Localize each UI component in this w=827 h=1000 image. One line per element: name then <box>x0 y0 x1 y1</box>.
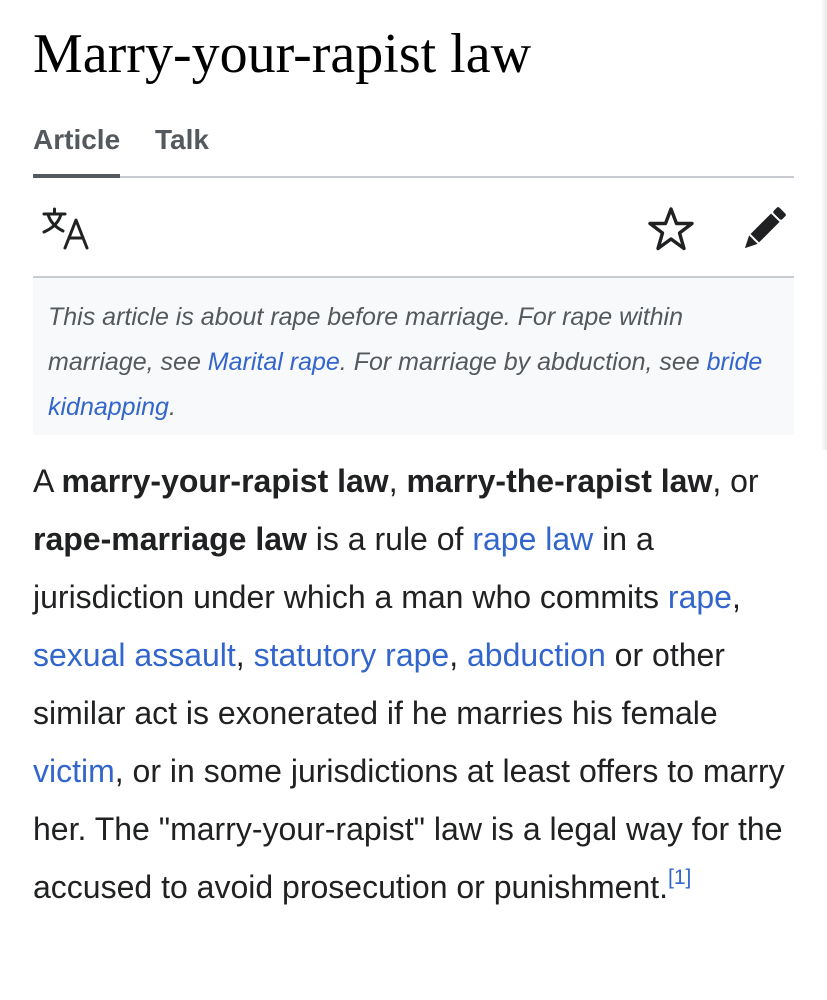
paragraph-text: , or <box>712 463 759 499</box>
bold-term: marry-your-rapist law <box>61 463 389 499</box>
language-icon[interactable] <box>41 206 91 250</box>
scroll-indicator <box>821 0 827 450</box>
marital-rape-link[interactable]: Marital rape <box>208 348 340 376</box>
paragraph-text: , <box>388 463 407 499</box>
bold-term: marry-the-rapist law <box>406 463 713 499</box>
page-title: Marry-your-rapist law <box>33 23 532 85</box>
victim-link[interactable]: victim <box>33 753 115 789</box>
tab-talk[interactable]: Talk <box>155 118 209 176</box>
star-icon-graphic <box>648 207 694 251</box>
sexual-assault-link[interactable]: sexual assault <box>33 637 236 673</box>
page-actions-toolbar <box>33 178 794 278</box>
rape-link[interactable]: rape <box>668 579 732 615</box>
abduction-link[interactable]: abduction <box>467 637 606 673</box>
tab-article[interactable]: Article <box>33 118 121 178</box>
paragraph-text: A <box>33 463 62 499</box>
hatnote-text: . <box>168 393 176 421</box>
watch-star-icon[interactable] <box>645 204 697 256</box>
paragraph-text: is a rule of <box>306 521 473 557</box>
reference-1-link[interactable]: [1] <box>668 866 691 889</box>
rape-law-link[interactable]: rape law <box>472 521 593 557</box>
statutory-rape-link[interactable]: statutory rape <box>254 637 450 673</box>
hatnote: This article is about rape before marria… <box>33 278 794 435</box>
hatnote-text: . For marriage by abduction, see <box>339 348 707 376</box>
edit-pencil-icon[interactable] <box>737 202 791 256</box>
bold-term: rape-marriage law <box>33 521 307 557</box>
paragraph-text: , <box>449 637 467 673</box>
intro-paragraph: A marry-your-rapist law, marry-the-rapis… <box>33 452 803 916</box>
paragraph-text: , <box>235 637 254 673</box>
page-tabs: Article Talk <box>33 118 794 178</box>
paragraph-text: , <box>731 579 741 615</box>
language-icon-graphic <box>42 207 89 250</box>
pencil-icon-graphic <box>744 207 786 249</box>
